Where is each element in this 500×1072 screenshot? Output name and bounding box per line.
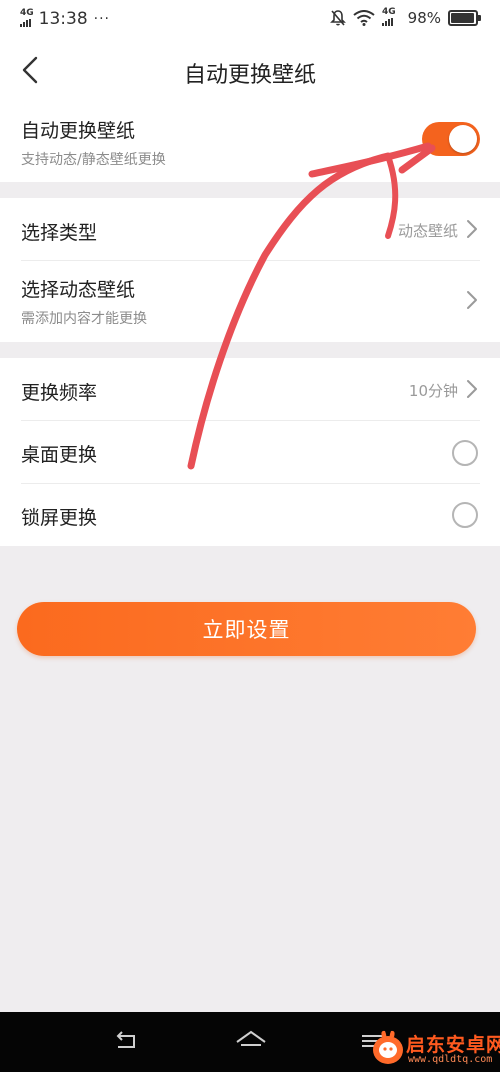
watermark-url: www.qdldtq.com — [408, 1054, 493, 1065]
chevron-right-icon — [467, 291, 477, 309]
auto-change-subtitle: 支持动态/静态壁纸更换 — [21, 152, 166, 168]
battery-icon — [448, 10, 481, 26]
network-type-label: 4G — [20, 8, 34, 18]
mute-bell-icon — [330, 10, 346, 26]
select-type-row[interactable]: 选择类型 动态壁纸 — [0, 198, 500, 260]
page-title: 自动更换壁纸 — [183, 63, 316, 88]
header-bar: 自动更换壁纸 — [0, 40, 500, 100]
desktop-change-radio[interactable] — [452, 440, 478, 466]
schedule-section: 更换频率 10分钟 桌面更换 锁屏更换 — [0, 358, 500, 546]
more-notifications-indicator: ··· — [93, 11, 111, 27]
desktop-change-row[interactable]: 桌面更换 — [0, 421, 500, 483]
select-type-value: 动态壁纸 — [397, 222, 458, 240]
wallpaper-section: 选择类型 动态壁纸 选择动态壁纸 需添加内容才能更换 — [0, 198, 500, 342]
cellular-signal-icon: 4G — [20, 9, 34, 27]
cellular-signal-icon-2: 4G — [382, 8, 396, 26]
lockscreen-change-row[interactable]: 锁屏更换 — [0, 484, 500, 546]
watermark-title: 启东安卓网 — [406, 1034, 500, 1056]
status-left: 4G 13:38 ··· — [20, 9, 110, 29]
status-time: 13:38 — [38, 9, 88, 29]
home-icon[interactable] — [234, 1028, 268, 1054]
frequency-row[interactable]: 更换频率 10分钟 — [0, 358, 500, 420]
toggle-knob — [449, 125, 477, 153]
desktop-change-label: 桌面更换 — [21, 444, 98, 466]
watermark-logo-icon — [373, 1030, 403, 1064]
select-dynamic-wallpaper-label: 选择动态壁纸 — [21, 279, 136, 301]
select-type-label: 选择类型 — [21, 222, 98, 244]
select-dynamic-wallpaper-hint: 需添加内容才能更换 — [21, 311, 147, 327]
battery-level-fill — [451, 13, 475, 23]
apply-now-button[interactable]: 立即设置 — [17, 602, 476, 656]
site-watermark: 启东安卓网 www.qdldtq.com — [368, 1022, 500, 1072]
network-type-label-2: 4G — [382, 7, 396, 17]
wifi-icon — [353, 10, 375, 26]
lockscreen-change-label: 锁屏更换 — [21, 507, 98, 529]
back-arrow-icon[interactable] — [110, 1028, 140, 1054]
lockscreen-change-radio[interactable] — [452, 502, 478, 528]
select-dynamic-wallpaper-row[interactable]: 选择动态壁纸 需添加内容才能更换 — [0, 261, 500, 342]
status-bar: 4G 13:38 ··· 4G 98% — [0, 0, 500, 40]
battery-percentage: 98% — [407, 9, 441, 27]
frequency-label: 更换频率 — [21, 382, 98, 404]
frequency-value: 10分钟 — [408, 382, 458, 400]
chevron-right-icon — [467, 220, 477, 238]
status-right: 4G 98% — [330, 8, 481, 27]
auto-change-toggle[interactable] — [422, 122, 480, 156]
auto-change-title: 自动更换壁纸 — [21, 120, 136, 142]
chevron-right-icon — [467, 380, 477, 398]
